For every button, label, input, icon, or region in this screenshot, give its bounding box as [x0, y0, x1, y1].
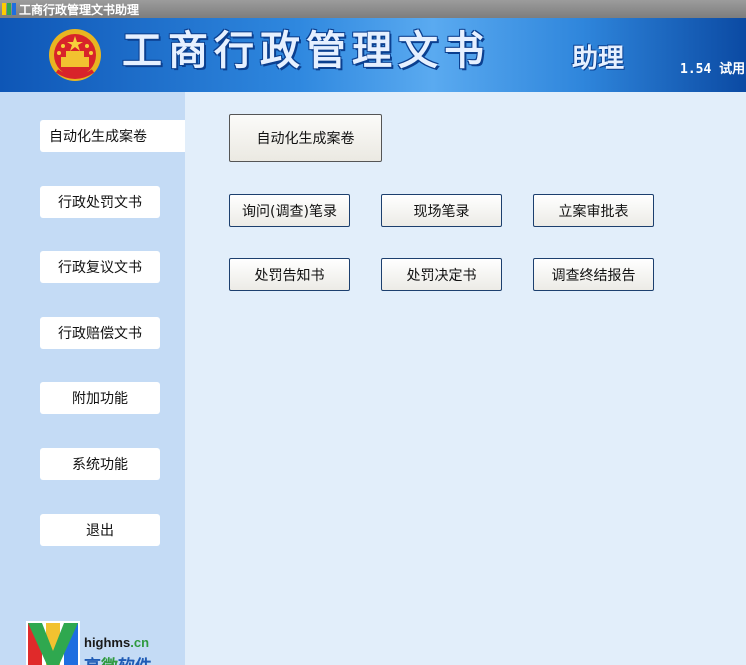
- window-title: 工商行政管理文书助理: [19, 2, 140, 17]
- title-bar: 工商行政管理文书助理: [0, 0, 746, 18]
- penalty-decision-button[interactable]: 处罚决定书: [381, 258, 502, 291]
- national-emblem-icon: [49, 29, 101, 81]
- case-approval-form-button[interactable]: 立案审批表: [533, 194, 654, 227]
- company-logo: highms.cn 高微软件: [26, 621, 186, 665]
- app-logo-icon: [2, 2, 16, 16]
- inquiry-record-button[interactable]: 询问(调查)笔录: [229, 194, 350, 227]
- sidebar-item-exit[interactable]: 退出: [40, 514, 160, 546]
- main-content: 自动化生成案卷 询问(调查)笔录 现场笔录 立案审批表 处罚告知书 处罚决定书 …: [185, 92, 746, 665]
- sidebar: 自动化生成案卷 行政处罚文书 行政复议文书 行政赔偿文书 附加功能 系统功能 退…: [0, 92, 185, 665]
- logo-brand-text: 高微软件: [84, 652, 152, 665]
- logo-domain-text: highms.cn: [84, 635, 150, 650]
- auto-generate-dossier-button[interactable]: 自动化生成案卷: [229, 114, 382, 162]
- highms-logo-icon: [26, 621, 80, 665]
- sidebar-item-auto-dossier[interactable]: 自动化生成案卷: [40, 120, 185, 152]
- sidebar-item-compensation-docs[interactable]: 行政赔偿文书: [40, 317, 160, 349]
- sidebar-item-system-features[interactable]: 系统功能: [40, 448, 160, 480]
- banner-subtitle: 助理: [572, 44, 625, 74]
- sidebar-item-penalty-docs[interactable]: 行政处罚文书: [40, 186, 160, 218]
- header-banner: 工商行政管理文书 助理 1.54 试用: [0, 18, 746, 92]
- penalty-notice-button[interactable]: 处罚告知书: [229, 258, 350, 291]
- investigation-report-button[interactable]: 调查终结报告: [533, 258, 654, 291]
- version-label: 1.54 试用: [680, 62, 746, 77]
- sidebar-item-review-docs[interactable]: 行政复议文书: [40, 251, 160, 283]
- site-record-button[interactable]: 现场笔录: [381, 194, 502, 227]
- banner-title: 工商行政管理文书: [122, 27, 490, 74]
- sidebar-item-additional-features[interactable]: 附加功能: [40, 382, 160, 414]
